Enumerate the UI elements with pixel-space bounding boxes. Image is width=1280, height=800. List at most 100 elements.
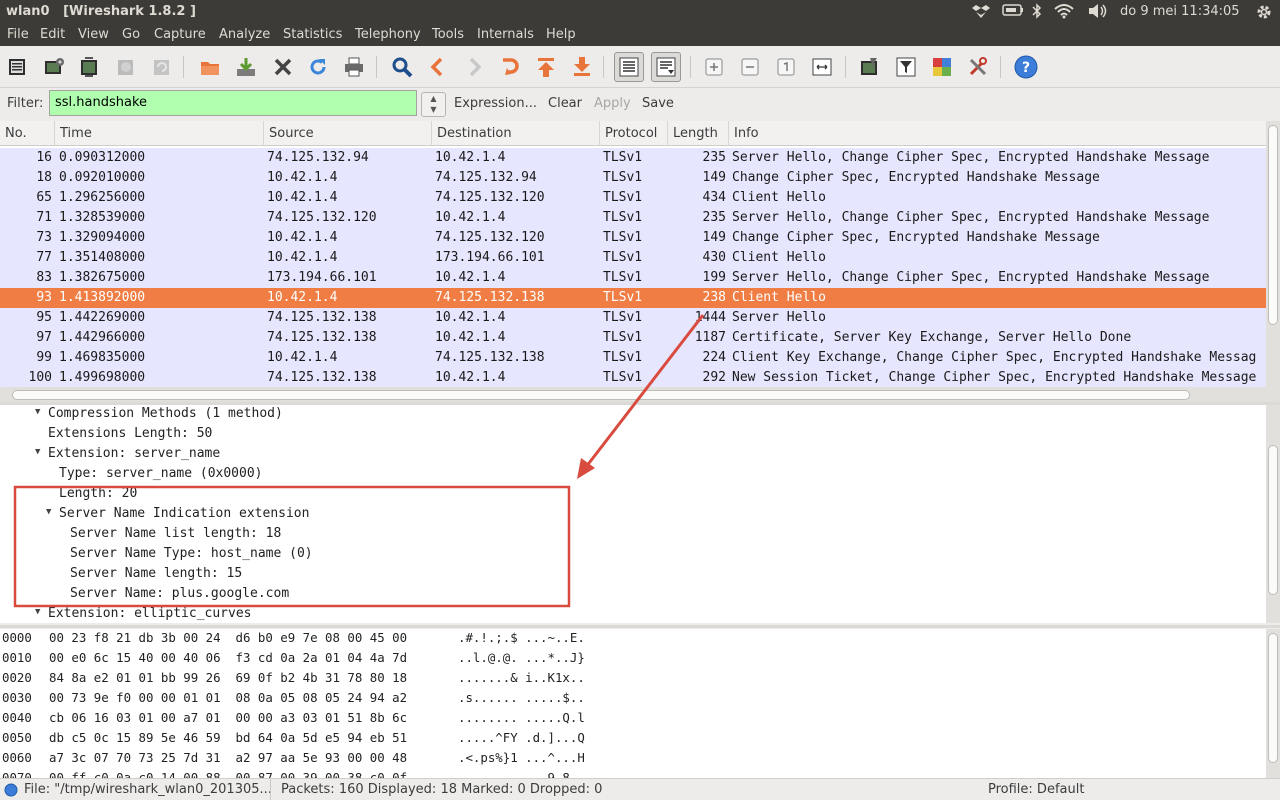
- hex-bytes[interactable]: a7 3c 07 70 73 25 7d 31 a2 97 aa 5e 93 0…: [49, 750, 407, 765]
- packet-row[interactable]: 18 0.092010000 10.42.1.4 74.125.132.94 TLSv1…: [0, 168, 1266, 188]
- packet-list-hscrollbar[interactable]: [0, 387, 1280, 403]
- hex-ascii[interactable]: ........ ...9.8..: [458, 770, 585, 778]
- menu-statistics[interactable]: Statistics: [283, 27, 342, 42]
- packet-row[interactable]: 73 1.329094000 10.42.1.4 74.125.132.120 TLSv…: [0, 228, 1266, 248]
- filter-history-dropdown[interactable]: ▲ ▼: [421, 92, 446, 117]
- coloring-rules-icon[interactable]: [930, 55, 954, 79]
- column-destination[interactable]: Destination: [432, 121, 600, 146]
- bytes-scrollbar[interactable]: [1266, 629, 1280, 778]
- packet-row[interactable]: 16 0.090312000 74.125.132.94 10.42.1.4 TLSv1…: [0, 148, 1266, 168]
- settings-gear-icon[interactable]: [1255, 3, 1273, 25]
- column-info[interactable]: Info: [729, 121, 1266, 146]
- detail-line[interactable]: ▼ Extension: elliptic_curves: [35, 606, 252, 621]
- colorize-icon[interactable]: [614, 52, 644, 82]
- close-file-icon[interactable]: [271, 55, 295, 79]
- menu-telephony[interactable]: Telephony: [355, 27, 421, 42]
- bluetooth-icon[interactable]: [1032, 3, 1042, 23]
- zoom-in-icon[interactable]: [702, 55, 726, 79]
- go-to-packet-icon[interactable]: [498, 55, 522, 79]
- column-source[interactable]: Source: [264, 121, 432, 146]
- menu-capture[interactable]: Capture: [154, 27, 206, 42]
- hex-bytes[interactable]: 00 23 f8 21 db 3b 00 24 d6 b0 e9 7e 08 0…: [49, 630, 407, 645]
- packet-row[interactable]: 65 1.296256000 10.42.1.4 74.125.132.120 TLSv…: [0, 188, 1266, 208]
- expander-arrow-icon[interactable]: ▼: [46, 507, 51, 517]
- detail-line[interactable]: Type: server_name (0x0000): [59, 466, 263, 481]
- hex-ascii[interactable]: .s...... .....$..: [458, 690, 585, 705]
- clock[interactable]: do 9 mei 11:34:05: [1120, 4, 1240, 19]
- hex-bytes[interactable]: 00 73 9e f0 00 00 01 01 08 0a 05 08 05 2…: [49, 690, 407, 705]
- hex-ascii[interactable]: .......& i..K1x..: [458, 670, 585, 685]
- go-forward-icon[interactable]: [462, 55, 486, 79]
- hex-ascii[interactable]: .#.!.;.$ ...~..E.: [458, 630, 585, 645]
- dropbox-icon[interactable]: [972, 3, 990, 23]
- detail-line[interactable]: ▼ Compression Methods (1 method): [35, 406, 283, 421]
- go-back-icon[interactable]: [426, 55, 450, 79]
- hex-bytes[interactable]: 00 e0 6c 15 40 00 40 06 f3 cd 0a 2a 01 0…: [49, 650, 407, 665]
- hex-bytes[interactable]: db c5 0c 15 89 5e 46 59 bd 64 0a 5d e5 9…: [49, 730, 407, 745]
- detail-line[interactable]: Server Name list length: 18: [70, 526, 281, 541]
- expander-arrow-icon[interactable]: ▼: [35, 447, 40, 457]
- battery-icon[interactable]: [1002, 3, 1024, 21]
- zoom-out-icon[interactable]: [738, 55, 762, 79]
- stop-capture-icon[interactable]: [114, 55, 138, 79]
- hex-bytes[interactable]: cb 06 16 03 01 00 a7 01 00 00 a3 03 01 5…: [49, 710, 407, 725]
- status-profile[interactable]: Profile: Default: [988, 782, 1084, 797]
- start-capture-icon[interactable]: [78, 55, 102, 79]
- packet-row[interactable]: 93 1.413892000 10.42.1.4 74.125.132.138 TLSv…: [0, 288, 1266, 308]
- packet-row[interactable]: 71 1.328539000 74.125.132.120 10.42.1.4 TLSv…: [0, 208, 1266, 228]
- hex-bytes[interactable]: 84 8a e2 01 01 bb 99 26 69 0f b2 4b 31 7…: [49, 670, 407, 685]
- capture-options-icon[interactable]: [42, 55, 66, 79]
- packet-list-scrollbar[interactable]: [1266, 121, 1280, 387]
- menu-tools[interactable]: Tools: [432, 27, 464, 42]
- menu-help[interactable]: Help: [546, 27, 576, 42]
- hex-ascii[interactable]: .....^FY .d.]...Q: [458, 730, 585, 745]
- menu-internals[interactable]: Internals: [477, 27, 534, 42]
- packet-row[interactable]: 99 1.469835000 10.42.1.4 74.125.132.138 TLSv…: [0, 348, 1266, 368]
- capture-filters-icon[interactable]: [858, 55, 882, 79]
- packet-row[interactable]: 100 1.499698000 74.125.132.138 10.42.1.4 TLS…: [0, 368, 1266, 387]
- expander-arrow-icon[interactable]: ▼: [35, 607, 40, 617]
- save-filter-button[interactable]: Save: [642, 96, 674, 111]
- filter-input[interactable]: ssl.handshake: [49, 90, 417, 116]
- hex-bytes[interactable]: 00 ff c0 0a c0 14 00 88 00 87 00 39 00 3…: [49, 770, 407, 778]
- volume-icon[interactable]: [1087, 3, 1109, 23]
- normal-size-icon[interactable]: [774, 55, 798, 79]
- hex-ascii[interactable]: .<.ps%}1 ...^...H: [458, 750, 585, 765]
- detail-line[interactable]: ▼ Server Name Indication extension: [46, 506, 309, 521]
- apply-button[interactable]: Apply: [594, 96, 631, 111]
- expander-arrow-icon[interactable]: ▼: [35, 407, 40, 417]
- go-last-icon[interactable]: [570, 55, 594, 79]
- wifi-icon[interactable]: [1053, 3, 1075, 23]
- expression-button[interactable]: Expression...: [454, 96, 537, 111]
- detail-line[interactable]: Server Name: plus.google.com: [70, 586, 289, 601]
- packet-row[interactable]: 77 1.351408000 10.42.1.4 173.194.66.101 TLSv…: [0, 248, 1266, 268]
- packet-row[interactable]: 83 1.382675000 173.194.66.101 10.42.1.4 TLSv…: [0, 268, 1266, 288]
- expert-info-icon[interactable]: [4, 783, 18, 800]
- menu-file[interactable]: File: [7, 27, 29, 42]
- detail-line[interactable]: Server Name Type: host_name (0): [70, 546, 313, 561]
- save-file-icon[interactable]: [234, 55, 258, 79]
- detail-line[interactable]: Server Name length: 15: [70, 566, 242, 581]
- open-file-icon[interactable]: [198, 55, 222, 79]
- menu-analyze[interactable]: Analyze: [219, 27, 270, 42]
- packet-row[interactable]: 97 1.442966000 74.125.132.138 10.42.1.4 TLSv…: [0, 328, 1266, 348]
- restart-capture-icon[interactable]: [150, 55, 174, 79]
- hex-ascii[interactable]: ..l.@.@. ...*..J}: [458, 650, 585, 665]
- detail-line[interactable]: Extensions Length: 50: [48, 426, 212, 441]
- detail-line[interactable]: Length: 20: [59, 486, 137, 501]
- find-packet-icon[interactable]: [390, 55, 414, 79]
- auto-scroll-icon[interactable]: [651, 52, 681, 82]
- menu-edit[interactable]: Edit: [40, 27, 65, 42]
- column-protocol[interactable]: Protocol: [600, 121, 668, 146]
- print-icon[interactable]: [342, 55, 366, 79]
- details-scrollbar[interactable]: [1266, 405, 1280, 623]
- display-filters-icon[interactable]: [894, 55, 918, 79]
- packet-row[interactable]: 95 1.442269000 74.125.132.138 10.42.1.4 TLSv…: [0, 308, 1266, 328]
- detail-line[interactable]: ▼ Extension: server_name: [35, 446, 220, 461]
- column-time[interactable]: Time: [55, 121, 264, 146]
- pane-divider-2[interactable]: [0, 625, 1280, 628]
- clear-button[interactable]: Clear: [548, 96, 582, 111]
- column-no[interactable]: No.: [0, 121, 55, 146]
- help-icon[interactable]: ?: [1014, 55, 1038, 79]
- preferences-icon[interactable]: [966, 55, 990, 79]
